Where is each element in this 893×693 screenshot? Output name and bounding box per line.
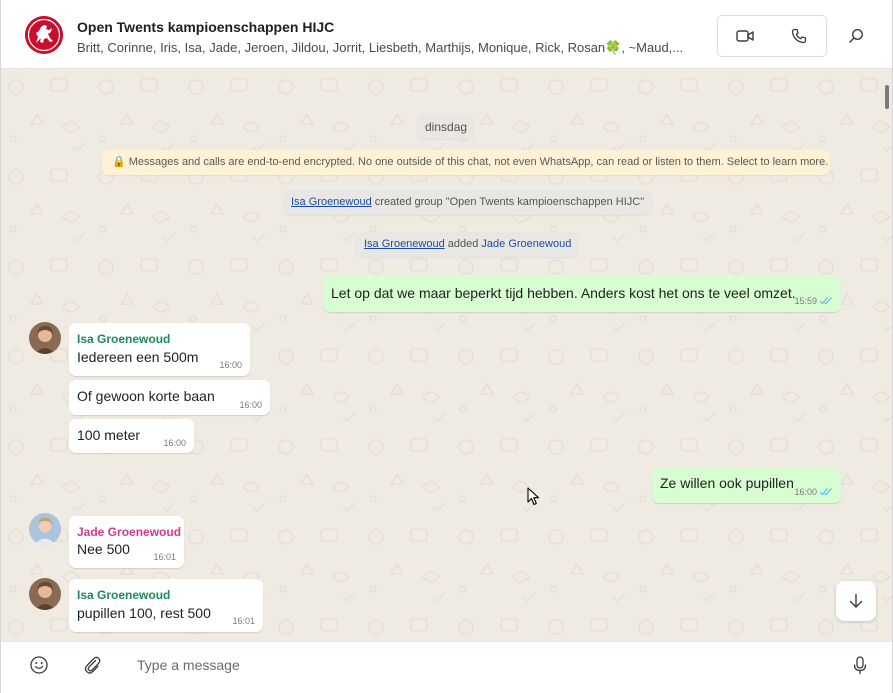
chat-header: Open Twents kampioenschappen HIJC Britt,… — [1, 0, 892, 69]
video-call-button[interactable] — [718, 16, 772, 56]
group-avatar[interactable] — [25, 16, 63, 54]
system-message-text: added — [444, 238, 482, 250]
date-separator: dinsdag — [417, 115, 476, 139]
search-icon — [849, 28, 864, 43]
system-message-text: created group "Open Twents kampioenschap… — [371, 196, 645, 208]
message-time: 16:01 — [232, 616, 255, 626]
avatar-jade-groenewoud[interactable] — [29, 513, 61, 545]
avatar-isa-groenewoud[interactable] — [29, 578, 61, 610]
message-bubble-outgoing[interactable]: Let op dat we maar beperkt tijd hebben. … — [323, 275, 841, 312]
system-actor-link[interactable]: Isa Groenewoud — [364, 238, 445, 250]
person-photo-icon — [29, 578, 61, 610]
arrow-down-icon — [849, 593, 863, 608]
message-time: 16:01 — [153, 552, 176, 562]
message-text: Of gewoon korte baan — [77, 388, 215, 404]
attach-button[interactable] — [81, 654, 103, 676]
microphone-icon — [853, 656, 867, 675]
scrollbar-thumb[interactable] — [885, 85, 889, 109]
message-time: 16:00 — [219, 360, 242, 370]
avatar-isa-groenewoud[interactable] — [29, 322, 61, 354]
message-text: 100 meter — [77, 427, 141, 443]
person-photo-icon — [29, 322, 61, 354]
whatsapp-window: Open Twents kampioenschappen HIJC Britt,… — [0, 0, 893, 693]
message-list[interactable]: dinsdag 🔒 Messages and calls are end-to-… — [1, 69, 892, 641]
encryption-notice[interactable]: 🔒 Messages and calls are end-to-end encr… — [102, 150, 830, 175]
emoji-button[interactable] — [28, 654, 50, 676]
message-input[interactable] — [129, 650, 819, 680]
message-bubble-incoming[interactable]: Isa Groenewoud pupillen 100, rest 500 16… — [69, 579, 263, 632]
message-sender[interactable]: Isa Groenewoud — [77, 332, 170, 346]
message-text: Ze willen ook pupillen — [660, 475, 794, 491]
twente-horse-logo-icon — [25, 16, 63, 54]
scroll-to-bottom-button[interactable] — [836, 581, 876, 621]
message-bubble-incoming[interactable]: Isa Groenewoud Iedereen een 500m 16:00 — [69, 323, 250, 376]
voice-call-icon — [791, 28, 807, 44]
voice-call-button[interactable] — [772, 16, 826, 56]
message-time: 16:00 — [239, 400, 262, 410]
system-message-created-group: Isa Groenewoud created group "Open Twent… — [283, 190, 653, 215]
call-button-group — [717, 15, 827, 57]
message-text: pupillen 100, rest 500 — [77, 605, 211, 621]
read-receipt-icon — [819, 488, 832, 496]
system-actor-link[interactable]: Isa Groenewoud — [291, 196, 372, 208]
message-time: 16:00 — [163, 438, 186, 448]
chat-title[interactable]: Open Twents kampioenschappen HIJC — [77, 19, 334, 35]
message-text: Iedereen een 500m — [77, 349, 199, 365]
message-bubble-incoming[interactable]: 100 meter 16:00 — [69, 419, 194, 453]
message-sender[interactable]: Jade Groenewoud — [77, 525, 181, 539]
mouse-pointer-icon — [527, 487, 540, 506]
message-composer — [1, 641, 892, 693]
message-bubble-outgoing[interactable]: Ze willen ook pupillen 16:00 — [652, 468, 841, 503]
emoji-icon — [30, 656, 48, 674]
attach-icon — [84, 656, 101, 674]
message-sender[interactable]: Isa Groenewoud — [77, 588, 170, 602]
system-message-added-member: Isa Groenewoud added Jade Groenewoud — [356, 232, 580, 257]
message-bubble-incoming[interactable]: Jade Groenewoud Nee 500 16:01 — [69, 516, 184, 568]
message-bubble-incoming[interactable]: Of gewoon korte baan 16:00 — [69, 380, 270, 415]
message-time: 15:59 — [794, 296, 817, 306]
message-text: Let op dat we maar beperkt tijd hebben. … — [331, 285, 796, 301]
system-target-link[interactable]: Jade Groenewoud — [481, 238, 571, 250]
person-photo-icon — [29, 513, 61, 545]
search-button[interactable] — [841, 21, 871, 51]
message-text: Nee 500 — [77, 541, 130, 557]
read-receipt-icon — [819, 297, 832, 305]
video-call-icon — [736, 30, 754, 42]
message-time: 16:00 — [794, 487, 817, 497]
voice-message-button[interactable] — [849, 654, 871, 676]
chat-members[interactable]: Britt, Corinne, Iris, Isa, Jade, Jeroen,… — [77, 40, 717, 56]
